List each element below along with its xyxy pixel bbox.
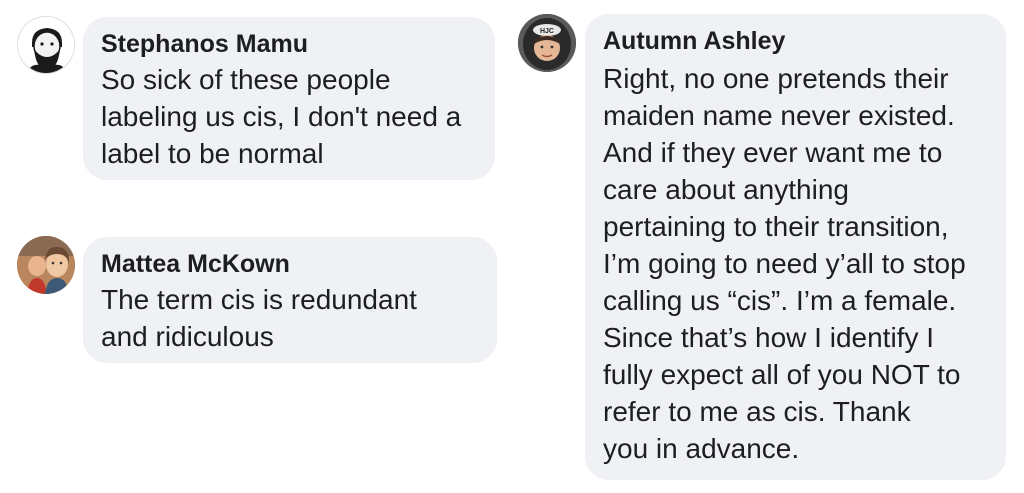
comment-3-line: calling us “cis”. I’m a female. — [603, 285, 957, 316]
avatar-stephanos-mamu[interactable] — [17, 16, 75, 74]
comment-author-3[interactable]: Autumn Ashley — [603, 26, 785, 56]
cartoon-bearded-man-avatar-icon — [18, 17, 74, 73]
comment-3-line: Since that’s how I identify I — [603, 322, 934, 353]
avatar-autumn-ashley[interactable]: HJC — [518, 14, 576, 72]
comment-1-line: labeling us cis, I don't need a — [101, 101, 462, 132]
comment-text-1: So sick of these people labeling us cis,… — [101, 61, 461, 172]
avatar-mattea-mckown[interactable] — [17, 236, 75, 294]
comment-3-line: care about anything — [603, 174, 849, 205]
photo-avatar-icon — [17, 236, 75, 294]
comment-author-2[interactable]: Mattea McKown — [101, 249, 290, 279]
comment-3-line: pertaining to their transition, — [603, 211, 949, 242]
comment-2-line: and ridiculous — [101, 321, 274, 352]
comment-3-line: refer to me as cis. Thank — [603, 396, 911, 427]
comment-3-line: And if they ever want me to — [603, 137, 943, 168]
comment-1-line: label to be normal — [101, 138, 324, 169]
comment-text-3: Right, no one pretends their maiden name… — [603, 60, 966, 467]
comment-3-line: fully expect all of you NOT to — [603, 359, 961, 390]
comment-3-line: maiden name never existed. — [603, 100, 955, 131]
comment-text-2: The term cis is redundant and ridiculous — [101, 281, 417, 355]
comment-3-line: Right, no one pretends their — [603, 63, 949, 94]
comment-3-line: you in advance. — [603, 433, 800, 464]
helmet-photo-avatar-icon: HJC — [518, 14, 576, 72]
svg-text:HJC: HJC — [540, 28, 554, 35]
comment-3-line: I’m going to need y’all to stop — [603, 248, 966, 279]
comment-2-line: The term cis is redundant — [101, 284, 417, 315]
comment-1-line: So sick of these people — [101, 64, 391, 95]
comment-author-1[interactable]: Stephanos Mamu — [101, 29, 308, 59]
